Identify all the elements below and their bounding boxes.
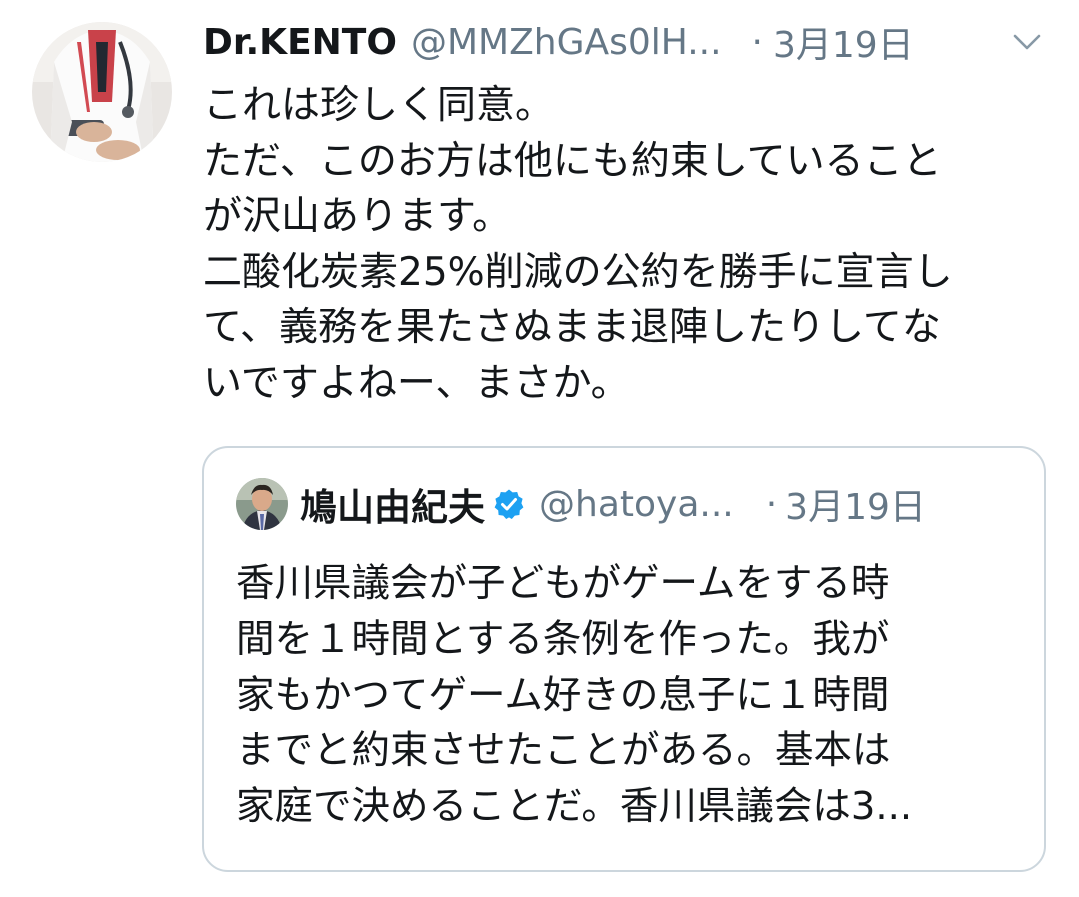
- quoted-tweet-card[interactable]: 鳩山由紀夫 @hatoya... · 3月19日 香川県議会が子どもがゲームをす…: [202, 446, 1046, 872]
- tweet-body-line: ただ、このお方は他にも約束していること: [203, 138, 942, 184]
- tweet[interactable]: Dr.KENTO @MMZhGAs0lH... · 3月19日 これは珍しく同意…: [0, 0, 1079, 897]
- quoted-author-display-name[interactable]: 鳩山由紀夫: [300, 477, 485, 531]
- author-avatar[interactable]: [32, 22, 172, 162]
- quoted-body-line: 間を１時間とする条例を作った。我が: [236, 616, 890, 662]
- author-display-name[interactable]: Dr.KENTO: [203, 22, 397, 63]
- tweet-body-line: が沢山あります。: [203, 194, 512, 239]
- tweet-menu-button[interactable]: [1012, 30, 1042, 54]
- quoted-author-avatar[interactable]: [236, 478, 288, 530]
- quoted-author-handle[interactable]: @hatoya...: [539, 484, 734, 525]
- quoted-body-line: 家庭で決めることだ。香川県議会は3...: [236, 784, 913, 830]
- tweet-body-line: て、義務を果たさぬまま退陣したりしてな: [203, 305, 941, 350]
- tweet-header: Dr.KENTO @MMZhGAs0lH... · 3月19日: [203, 14, 1053, 70]
- quoted-tweet-date[interactable]: 3月19日: [785, 478, 926, 530]
- quoted-tweet-body: 香川県議会が子どもがゲームをする時 間を１時間とする条例を作った。我が 家もかつ…: [236, 556, 1026, 835]
- chevron-down-icon: [1013, 34, 1041, 50]
- quoted-header-separator: ·: [765, 483, 778, 525]
- tweet-body-line: いですよねー、まさか。: [203, 360, 630, 406]
- verified-badge-icon: [493, 488, 525, 520]
- quoted-body-line: 家もかつてゲーム好きの息子に１時間: [236, 672, 890, 718]
- tweet-body: これは珍しく同意。 ただ、このお方は他にも約束していること が沢山あります。 二…: [203, 78, 1063, 411]
- header-separator: ·: [751, 21, 763, 63]
- quoted-tweet-header: 鳩山由紀夫 @hatoya... · 3月19日: [300, 476, 1020, 532]
- tweet-body-line: これは珍しく同意。: [203, 83, 555, 128]
- tweet-body-line: 二酸化炭素25%削減の公約を勝手に宣言し: [203, 249, 953, 295]
- politician-avatar-icon: [236, 478, 288, 530]
- quoted-body-line: 香川県議会が子どもがゲームをする時: [236, 561, 890, 606]
- doctor-avatar-icon: [32, 22, 172, 162]
- quoted-body-line: までと約束させたことがある。基本は: [236, 728, 891, 774]
- tweet-date[interactable]: 3月19日: [773, 16, 914, 68]
- author-handle[interactable]: @MMZhGAs0lH...: [411, 22, 722, 63]
